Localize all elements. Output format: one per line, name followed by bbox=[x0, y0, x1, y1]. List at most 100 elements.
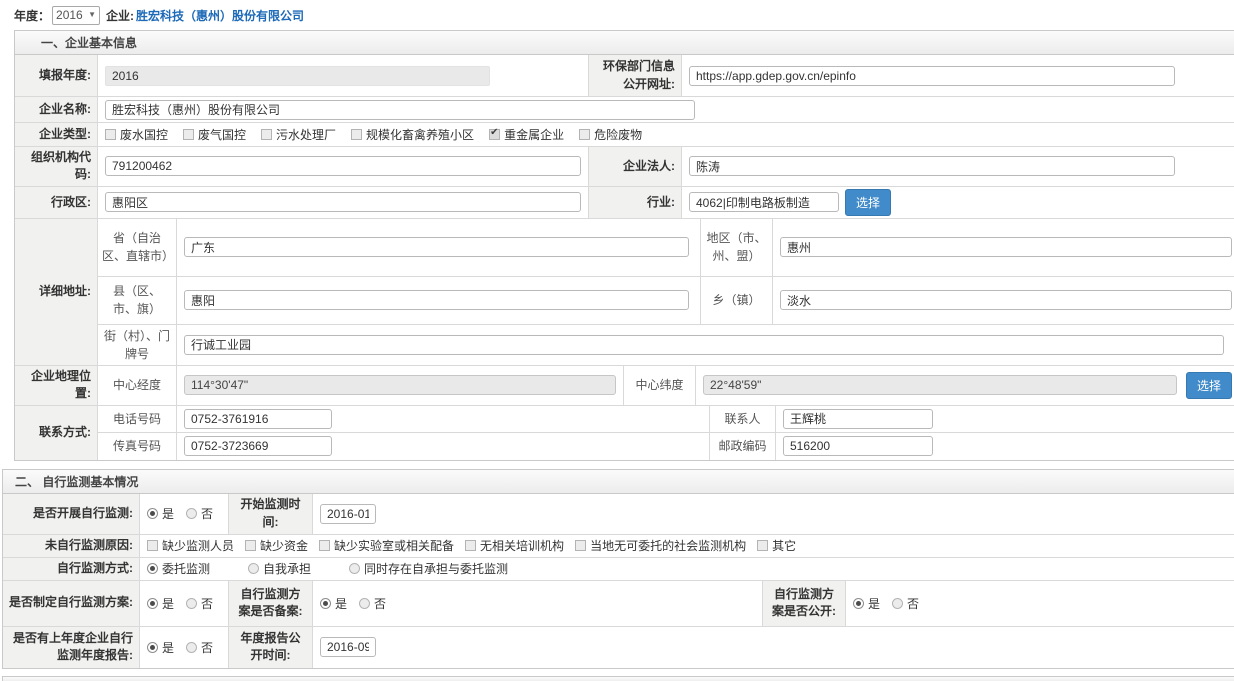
contact-phone-row: 电话号码 联系人 bbox=[98, 406, 1234, 433]
reason-option-label: 无相关培训机构 bbox=[480, 537, 564, 554]
town-input[interactable] bbox=[780, 290, 1232, 310]
address-street-row: 街（村）、门牌号 bbox=[98, 325, 1234, 365]
mode-radio-entrusted[interactable] bbox=[147, 563, 158, 574]
conduct-no-label: 否 bbox=[201, 505, 213, 522]
plan-filed-label: 自行监测方案是否备案: bbox=[229, 581, 313, 626]
street-label: 街（村）、门牌号 bbox=[98, 325, 177, 365]
mode-radio-both[interactable] bbox=[349, 563, 360, 574]
reason-checkbox-no-training[interactable] bbox=[465, 540, 476, 551]
company-type-checkbox-livestock[interactable] bbox=[351, 129, 362, 140]
year-select[interactable]: 2016 ▼ bbox=[52, 6, 100, 25]
company-type-checkbox-wastewater[interactable] bbox=[105, 129, 116, 140]
reason-checkbox-no-agency[interactable] bbox=[575, 540, 586, 551]
section2-header: 二、 自行监测基本情况 bbox=[3, 470, 1234, 494]
plan-public-no-label: 否 bbox=[907, 595, 919, 612]
region-input[interactable] bbox=[780, 237, 1232, 257]
plan-filed-no-label: 否 bbox=[374, 595, 386, 612]
province-input[interactable] bbox=[184, 237, 689, 257]
annual-report-no-radio[interactable] bbox=[186, 642, 197, 653]
plan-public-yes-radio[interactable] bbox=[853, 598, 864, 609]
conduct-no-radio[interactable] bbox=[186, 508, 197, 519]
company-name-cell bbox=[98, 97, 1234, 122]
company-type-checkbox-heavymetal[interactable] bbox=[489, 129, 500, 140]
has-plan-yes-radio[interactable] bbox=[147, 598, 158, 609]
reason-checkbox-no-funds[interactable] bbox=[245, 540, 256, 551]
annual-report-yes-radio[interactable] bbox=[147, 642, 158, 653]
longitude-input[interactable] bbox=[184, 375, 616, 395]
phone-input[interactable] bbox=[184, 409, 332, 429]
county-input[interactable] bbox=[184, 290, 689, 310]
start-time-cell bbox=[313, 494, 1234, 534]
has-plan-options: 是 否 bbox=[140, 581, 229, 626]
district-label: 行政区: bbox=[15, 187, 98, 218]
region-cell bbox=[773, 219, 1234, 276]
district-row: 行政区: 行业: 选择 bbox=[15, 187, 1234, 219]
conduct-yes-label: 是 bbox=[162, 505, 174, 522]
legal-person-cell bbox=[682, 147, 1234, 186]
report-year-input[interactable] bbox=[105, 66, 490, 86]
org-code-label: 组织机构代码: bbox=[15, 147, 98, 186]
report-time-cell bbox=[313, 627, 1234, 668]
company-name-input[interactable] bbox=[105, 100, 695, 120]
reason-checkbox-no-lab[interactable] bbox=[319, 540, 330, 551]
contact-fax-row: 传真号码 邮政编码 bbox=[98, 433, 1234, 460]
company-type-checkbox-wastegas[interactable] bbox=[183, 129, 194, 140]
no-monitor-reason-options: 缺少监测人员 缺少资金 缺少实验室或相关配备 无相关培训机构 当地无可委托的社会… bbox=[140, 535, 1234, 557]
org-code-cell bbox=[98, 147, 589, 186]
plan-filed-yes-label: 是 bbox=[335, 595, 347, 612]
zip-input[interactable] bbox=[783, 436, 933, 456]
plan-public-no-radio[interactable] bbox=[892, 598, 903, 609]
fax-input[interactable] bbox=[184, 436, 332, 456]
geo-select-button[interactable]: 选择 bbox=[1186, 372, 1232, 399]
company-name-link[interactable]: 胜宏科技（惠州）股份有限公司 bbox=[136, 7, 304, 24]
next-section-header-edge bbox=[2, 676, 1234, 681]
report-time-input[interactable] bbox=[320, 637, 376, 657]
has-plan-label: 是否制定自行监测方案: bbox=[3, 581, 140, 626]
contact-person-input[interactable] bbox=[783, 409, 933, 429]
report-year-row: 填报年度: 环保部门信息公开网址: bbox=[15, 55, 1234, 97]
address-label: 详细地址: bbox=[15, 219, 98, 365]
start-time-input[interactable] bbox=[320, 504, 376, 524]
latitude-cell: 选择 bbox=[696, 366, 1234, 405]
monitor-mode-label: 自行监测方式: bbox=[3, 558, 140, 580]
plan-public-yes-label: 是 bbox=[868, 595, 880, 612]
chevron-down-icon: ▼ bbox=[88, 11, 96, 19]
address-group: 详细地址: 省（自治区、直辖市） 地区（市、州、盟） 县（区、市、旗） 乡（镇） bbox=[15, 219, 1234, 366]
conduct-yes-radio[interactable] bbox=[147, 508, 158, 519]
street-cell bbox=[177, 325, 1234, 365]
has-plan-no-label: 否 bbox=[201, 595, 213, 612]
legal-person-input[interactable] bbox=[689, 156, 1175, 176]
org-code-input[interactable] bbox=[105, 156, 581, 176]
contact-label: 联系方式: bbox=[15, 406, 98, 460]
mode-radio-self[interactable] bbox=[248, 563, 259, 574]
company-name-label: 企业名称: bbox=[15, 97, 98, 122]
company-type-option-label: 重金属企业 bbox=[504, 126, 564, 143]
plan-filed-no-radio[interactable] bbox=[359, 598, 370, 609]
company-type-checkbox-sewageplant[interactable] bbox=[261, 129, 272, 140]
latitude-input[interactable] bbox=[703, 375, 1177, 395]
annual-report-options: 是 否 bbox=[140, 627, 229, 668]
conduct-monitoring-label: 是否开展自行监测: bbox=[3, 494, 140, 534]
district-input[interactable] bbox=[105, 192, 581, 212]
no-monitor-reason-label: 未自行监测原因: bbox=[3, 535, 140, 557]
has-plan-no-radio[interactable] bbox=[186, 598, 197, 609]
company-type-options: 废水国控 废气国控 污水处理厂 规模化畜禽养殖小区 重金属企业 危险废物 bbox=[98, 123, 1234, 146]
year-select-value: 2016 bbox=[56, 8, 83, 22]
industry-select-button[interactable]: 选择 bbox=[845, 189, 891, 216]
company-type-checkbox-hazwaste[interactable] bbox=[579, 129, 590, 140]
plan-filed-yes-radio[interactable] bbox=[320, 598, 331, 609]
env-url-input[interactable] bbox=[689, 66, 1175, 86]
industry-input[interactable] bbox=[689, 192, 839, 212]
section2-title: 二、 自行监测基本情况 bbox=[15, 473, 138, 490]
district-cell bbox=[98, 187, 589, 218]
monitor-mode-options: 委托监测 自我承担 同时存在自承担与委托监测 bbox=[140, 558, 1234, 580]
phone-cell bbox=[177, 406, 710, 432]
company-type-option-label: 废水国控 bbox=[120, 126, 168, 143]
env-url-label: 环保部门信息公开网址: bbox=[589, 55, 682, 96]
annual-report-no-label: 否 bbox=[201, 639, 213, 656]
latitude-label: 中心纬度 bbox=[624, 366, 696, 405]
street-input[interactable] bbox=[184, 335, 1224, 355]
company-type-label: 企业类型: bbox=[15, 123, 98, 146]
reason-checkbox-no-staff[interactable] bbox=[147, 540, 158, 551]
reason-checkbox-other[interactable] bbox=[757, 540, 768, 551]
